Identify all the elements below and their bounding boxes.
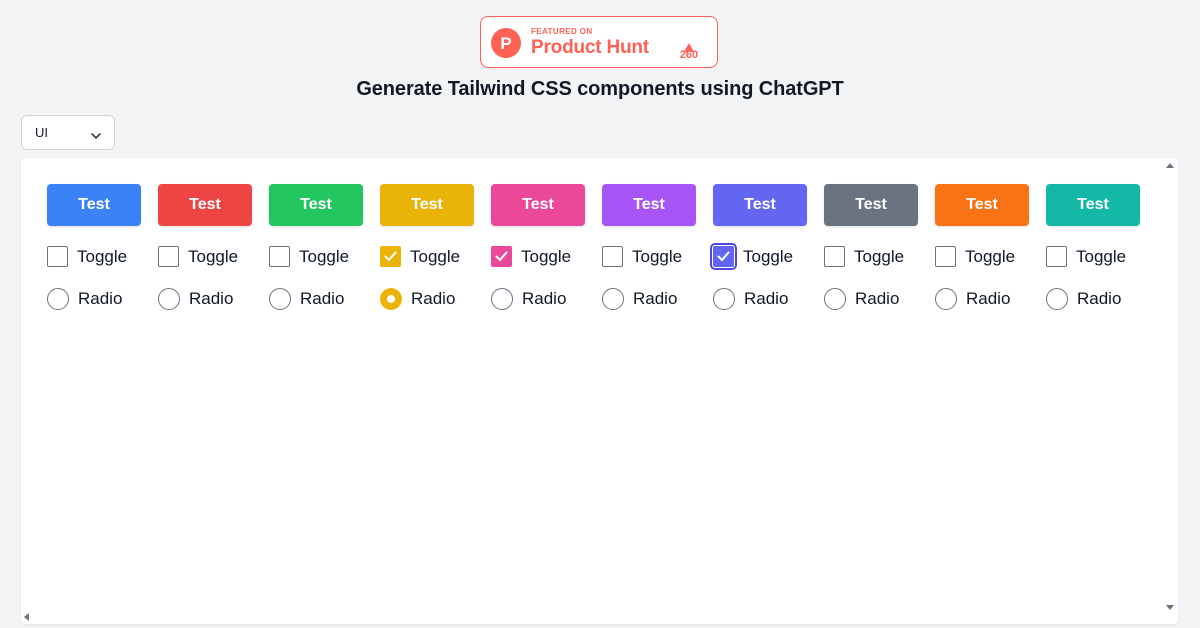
radio-label: Radio [633, 289, 678, 308]
radio-label: Radio [1077, 289, 1122, 308]
component-column: Test Toggle Radio [269, 184, 363, 310]
radio-label: Radio [744, 289, 789, 308]
component-column: Test Toggle Radio [710, 184, 807, 310]
test-button[interactable]: Test [380, 184, 474, 226]
radio-unselected-icon[interactable] [491, 288, 513, 310]
radio-unselected-icon[interactable] [713, 288, 735, 310]
test-button[interactable]: Test [47, 184, 141, 226]
checkbox-checked-icon[interactable] [491, 246, 512, 267]
component-column: Test Toggle Radio [380, 184, 474, 310]
checkbox-checked-icon[interactable] [710, 243, 737, 270]
toggle-label: Toggle [77, 246, 128, 266]
toggle-checkbox[interactable]: Toggle [47, 246, 127, 267]
radio-label: Radio [78, 289, 123, 308]
toggle-label: Toggle [632, 246, 683, 266]
toggle-label: Toggle [743, 246, 794, 266]
radio-option[interactable]: Radio [1046, 288, 1121, 310]
toggle-checkbox[interactable]: Toggle [935, 246, 1015, 267]
radio-unselected-icon[interactable] [935, 288, 957, 310]
radio-option[interactable]: Radio [935, 288, 1010, 310]
radio-unselected-icon[interactable] [602, 288, 624, 310]
radio-option[interactable]: Radio [380, 288, 455, 310]
radio-label: Radio [189, 289, 234, 308]
toggle-label: Toggle [965, 246, 1016, 266]
product-hunt-name: Product Hunt [531, 37, 649, 58]
featured-on-label: FEATURED ON [531, 27, 593, 36]
framework-select[interactable]: UI [21, 115, 115, 150]
toggle-checkbox[interactable]: Toggle [602, 246, 682, 267]
radio-unselected-icon[interactable] [1046, 288, 1068, 310]
upvote-count: 260 [679, 49, 699, 61]
toggle-checkbox[interactable]: Toggle [824, 246, 904, 267]
radio-option[interactable]: Radio [158, 288, 233, 310]
toggle-checkbox[interactable]: Toggle [710, 243, 794, 270]
test-button[interactable]: Test [824, 184, 918, 226]
toggle-checkbox[interactable]: Toggle [158, 246, 238, 267]
chevron-down-icon [90, 128, 102, 146]
test-button[interactable]: Test [713, 184, 807, 226]
test-button[interactable]: Test [269, 184, 363, 226]
component-preview-panel: Test Toggle Radio Test Toggle Radio Test Toggle… [21, 158, 1178, 624]
component-column: Test Toggle Radio [158, 184, 252, 310]
checkbox-unchecked-icon[interactable] [1046, 246, 1067, 267]
radio-label: Radio [411, 289, 456, 308]
toggle-label: Toggle [854, 246, 905, 266]
test-button[interactable]: Test [935, 184, 1029, 226]
toggle-label: Toggle [188, 246, 239, 266]
radio-option[interactable]: Radio [602, 288, 677, 310]
radio-option[interactable]: Radio [491, 288, 566, 310]
toggle-label: Toggle [299, 246, 350, 266]
test-button[interactable]: Test [158, 184, 252, 226]
radio-unselected-icon[interactable] [269, 288, 291, 310]
radio-option[interactable]: Radio [713, 288, 788, 310]
test-button[interactable]: Test [602, 184, 696, 226]
product-hunt-text: FEATURED ON Product Hunt [531, 27, 649, 59]
checkbox-unchecked-icon[interactable] [602, 246, 623, 267]
product-hunt-logo-icon: P [491, 28, 521, 58]
radio-option[interactable]: Radio [269, 288, 344, 310]
test-button[interactable]: Test [1046, 184, 1140, 226]
checkbox-checked-icon[interactable] [380, 246, 401, 267]
component-column: Test Toggle Radio [935, 184, 1029, 310]
component-column: Test Toggle Radio [824, 184, 918, 310]
scroll-up-arrow-icon[interactable] [1166, 163, 1174, 168]
test-button[interactable]: Test [491, 184, 585, 226]
radio-label: Radio [522, 289, 567, 308]
scroll-left-arrow-icon[interactable] [24, 613, 29, 621]
checkbox-unchecked-icon[interactable] [824, 246, 845, 267]
radio-option[interactable]: Radio [824, 288, 899, 310]
radio-label: Radio [855, 289, 900, 308]
radio-dot-icon [387, 295, 395, 303]
toggle-checkbox[interactable]: Toggle [380, 246, 460, 267]
toggle-label: Toggle [1076, 246, 1127, 266]
app-root: P FEATURED ON Product Hunt 260 Generate … [0, 0, 1200, 628]
radio-option[interactable]: Radio [47, 288, 122, 310]
product-hunt-logo-letter: P [500, 34, 511, 53]
upvote-counter: 260 [677, 26, 701, 61]
product-hunt-badge[interactable]: P FEATURED ON Product Hunt 260 [480, 16, 718, 68]
scroll-down-arrow-icon[interactable] [1166, 605, 1174, 610]
toggle-label: Toggle [521, 246, 572, 266]
toggle-label: Toggle [410, 246, 461, 266]
toggle-checkbox[interactable]: Toggle [491, 246, 571, 267]
component-column: Test Toggle Radio [602, 184, 696, 310]
checkbox-unchecked-icon[interactable] [935, 246, 956, 267]
component-column: Test Toggle Radio [1046, 184, 1140, 310]
checkbox-unchecked-icon[interactable] [47, 246, 68, 267]
component-column: Test Toggle Radio [47, 184, 141, 310]
toggle-checkbox[interactable]: Toggle [1046, 246, 1126, 267]
page-title: Generate Tailwind CSS components using C… [356, 78, 844, 100]
radio-label: Radio [966, 289, 1011, 308]
radio-selected-icon[interactable] [380, 288, 402, 310]
radio-unselected-icon[interactable] [158, 288, 180, 310]
radio-label: Radio [300, 289, 345, 308]
component-column: Test Toggle Radio [491, 184, 585, 310]
checkbox-unchecked-icon[interactable] [269, 246, 290, 267]
toggle-checkbox[interactable]: Toggle [269, 246, 349, 267]
checkbox-unchecked-icon[interactable] [158, 246, 179, 267]
radio-unselected-icon[interactable] [824, 288, 846, 310]
framework-select-value: UI [35, 125, 48, 140]
radio-unselected-icon[interactable] [47, 288, 69, 310]
